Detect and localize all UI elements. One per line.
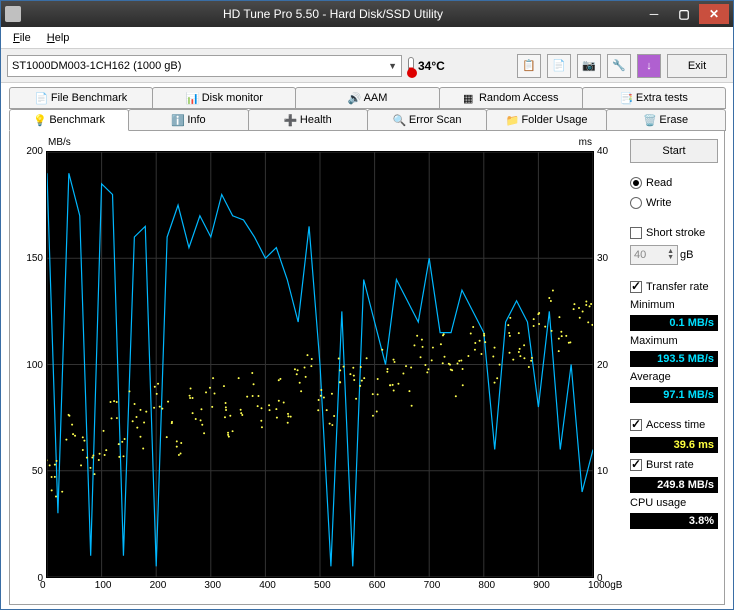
trash-icon: 🗑️ <box>643 114 655 126</box>
tab-extra-tests[interactable]: 📑Extra tests <box>582 87 726 109</box>
tab-aam[interactable]: 🔊AAM <box>295 87 439 109</box>
options-button[interactable]: 🔧 <box>607 54 631 78</box>
screenshot-button[interactable]: 📷 <box>577 54 601 78</box>
tab-info[interactable]: ℹ️Info <box>128 109 248 131</box>
read-radio[interactable]: Read <box>630 175 718 191</box>
close-button[interactable]: ✕ <box>699 4 729 24</box>
write-radio[interactable]: Write <box>630 195 718 211</box>
y-left-label: MB/s <box>48 137 71 148</box>
health-icon: ➕ <box>284 114 296 126</box>
checkbox-icon <box>630 281 642 293</box>
average-label: Average <box>630 371 718 383</box>
folder-icon: 📁 <box>505 114 517 126</box>
radio-icon <box>630 197 642 209</box>
tab-benchmark[interactable]: 💡Benchmark <box>9 109 129 131</box>
average-value: 97.1 MB/s <box>630 387 718 403</box>
minimize-button[interactable]: ─ <box>639 4 669 24</box>
extra-icon: 📑 <box>620 92 632 104</box>
disk-monitor-icon: 📊 <box>186 92 198 104</box>
drive-select-value: ST1000DM003-1CH162 (1000 gB) <box>12 60 181 72</box>
tab-random-access[interactable]: ▦Random Access <box>439 87 583 109</box>
benchmark-icon: 💡 <box>33 114 45 126</box>
file-benchmark-icon: 📄 <box>35 92 47 104</box>
menu-help[interactable]: Help <box>39 32 78 44</box>
info-icon: ℹ️ <box>171 114 183 126</box>
checkbox-icon <box>630 227 642 239</box>
tab-file-benchmark[interactable]: 📄File Benchmark <box>9 87 153 109</box>
arrow-down-icon: ↓ <box>646 60 652 72</box>
cpu-usage-value: 3.8% <box>630 513 718 529</box>
radio-icon <box>630 177 642 189</box>
maximum-label: Maximum <box>630 335 718 347</box>
camera-icon: 📷 <box>582 59 596 72</box>
chevron-down-icon: ▼ <box>388 61 397 71</box>
transfer-rate-check[interactable]: Transfer rate <box>630 279 718 295</box>
burst-rate-check[interactable]: Burst rate <box>630 457 718 473</box>
gear-icon: 🔧 <box>612 59 626 72</box>
menu-file[interactable]: File <box>5 32 39 44</box>
copy-icon: 📋 <box>522 59 536 72</box>
short-stroke-check[interactable]: Short stroke <box>630 225 718 241</box>
save-button[interactable]: ↓ <box>637 54 661 78</box>
speaker-icon: 🔊 <box>348 92 360 104</box>
chart-svg <box>47 152 593 577</box>
maximum-value: 193.5 MB/s <box>630 351 718 367</box>
minimum-value: 0.1 MB/s <box>630 315 718 331</box>
access-time-value: 39.6 ms <box>630 437 718 453</box>
tab-folder-usage[interactable]: 📁Folder Usage <box>486 109 606 131</box>
drive-select[interactable]: ST1000DM003-1CH162 (1000 gB) ▼ <box>7 55 402 77</box>
start-button[interactable]: Start <box>630 139 718 163</box>
y-right-label: ms <box>579 137 592 148</box>
access-time-check[interactable]: Access time <box>630 417 718 433</box>
exit-button[interactable]: Exit <box>667 54 727 78</box>
copy-info-button[interactable]: 📋 <box>517 54 541 78</box>
tab-error-scan[interactable]: 🔍Error Scan <box>367 109 487 131</box>
clipboard-icon: 📄 <box>552 59 566 72</box>
short-stroke-value[interactable]: 40▲▼ <box>630 245 678 265</box>
cpu-usage-label: CPU usage <box>630 497 718 509</box>
benchmark-chart: MB/s ms 20015010050040302010001002003004… <box>16 137 624 598</box>
burst-rate-value: 249.8 MB/s <box>630 477 718 493</box>
maximize-button[interactable]: ▢ <box>669 4 699 24</box>
window-title: HD Tune Pro 5.50 - Hard Disk/SSD Utility <box>27 7 639 21</box>
temperature-value: 34°C <box>418 59 445 73</box>
tab-health[interactable]: ➕Health <box>248 109 368 131</box>
tab-disk-monitor[interactable]: 📊Disk monitor <box>152 87 296 109</box>
app-icon <box>5 6 21 22</box>
temperature-display: 34°C <box>408 57 445 75</box>
copy-screenshot-button[interactable]: 📄 <box>547 54 571 78</box>
minimum-label: Minimum <box>630 299 718 311</box>
checkbox-icon <box>630 419 642 431</box>
search-icon: 🔍 <box>393 114 405 126</box>
checkbox-icon <box>630 459 642 471</box>
tab-erase[interactable]: 🗑️Erase <box>606 109 726 131</box>
random-icon: ▦ <box>463 92 475 104</box>
spinner-icon: ▲▼ <box>667 249 674 261</box>
thermometer-icon <box>408 57 414 75</box>
